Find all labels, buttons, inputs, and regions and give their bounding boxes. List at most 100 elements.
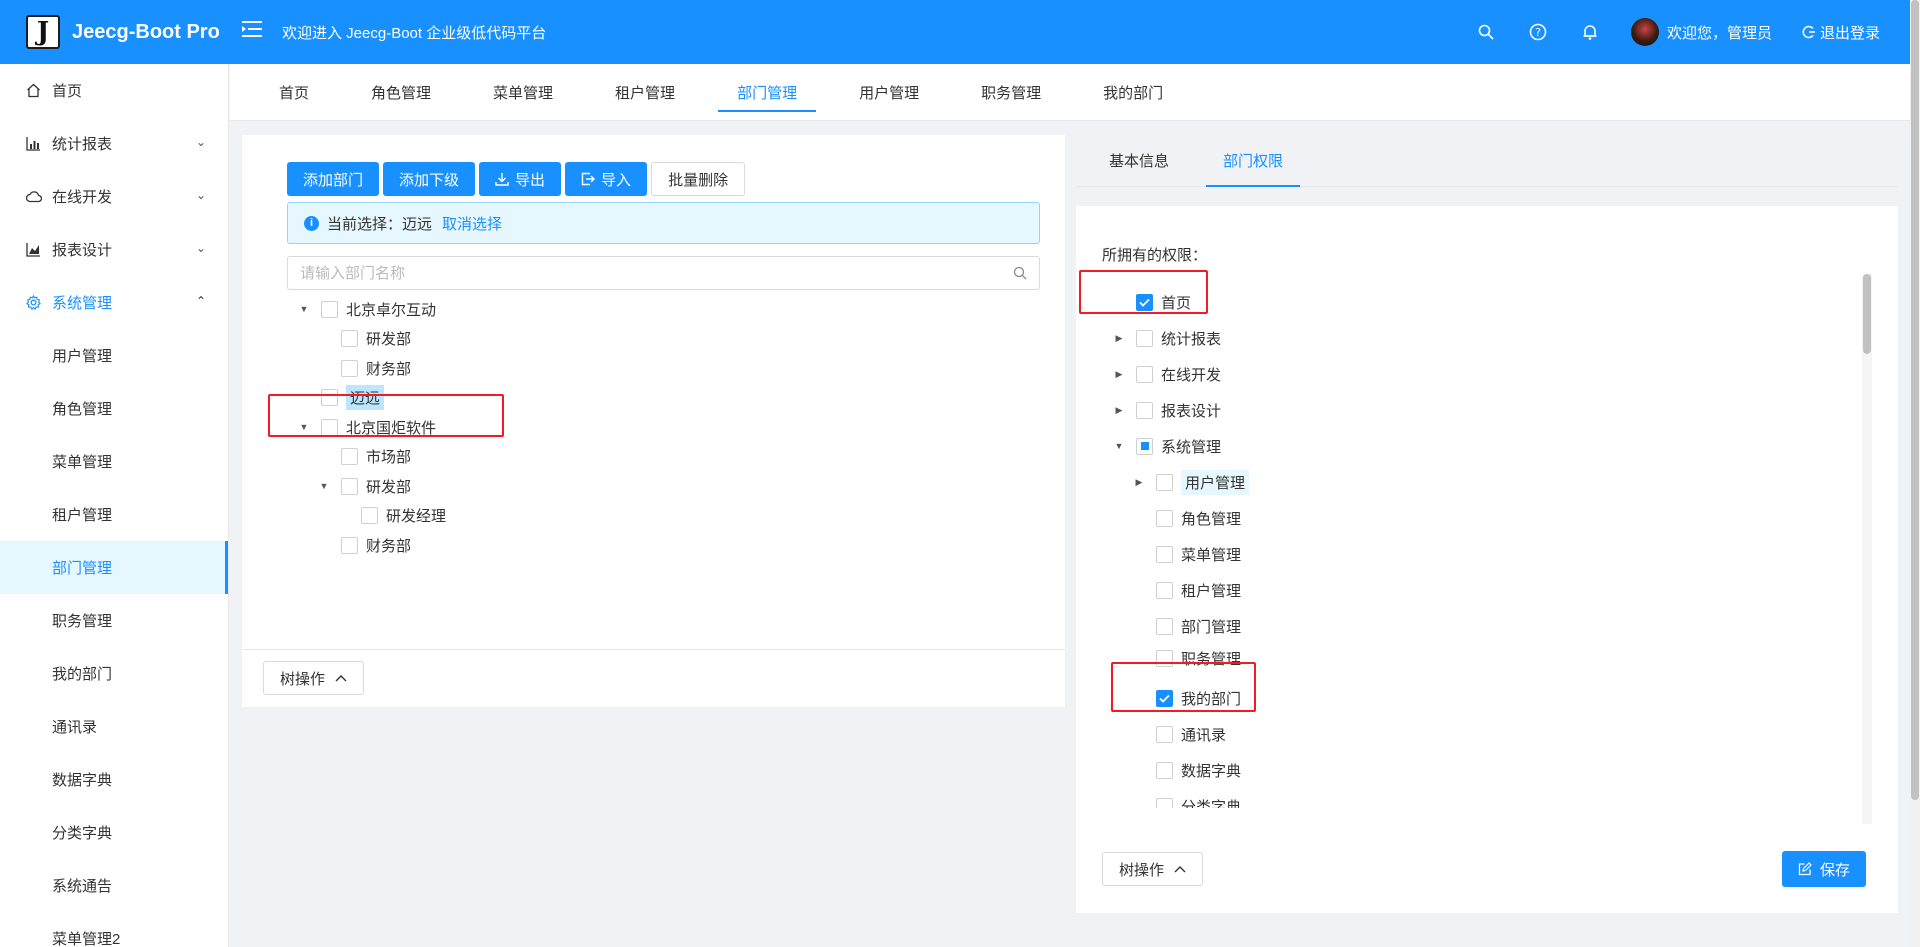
tab-role-mgmt[interactable]: 角色管理 xyxy=(340,64,462,120)
export-button[interactable]: 导出 xyxy=(479,162,562,196)
caret-right-icon[interactable]: ▶ xyxy=(1132,477,1146,488)
perm-node[interactable]: ▼ 系统管理 xyxy=(1112,432,1221,460)
sidebar-sub-contacts[interactable]: 通讯录 xyxy=(0,700,228,753)
dept-search-input[interactable] xyxy=(300,264,1013,282)
sidebar-sub-dict[interactable]: 数据字典 xyxy=(0,753,228,806)
perm-node[interactable]: ▶ 在线开发 xyxy=(1112,360,1221,388)
logout-button[interactable]: 退出登录 xyxy=(1802,22,1880,43)
perm-node[interactable]: ▶ 统计报表 xyxy=(1112,324,1221,352)
caret-down-icon[interactable]: ▼ xyxy=(1112,441,1126,451)
permission-scrollbar[interactable] xyxy=(1862,274,1872,824)
add-child-button[interactable]: 添加下级 xyxy=(383,162,476,196)
sidebar-sub-menu-mgmt2[interactable]: 菜单管理2 xyxy=(0,912,228,947)
perm-node[interactable]: 职务管理 xyxy=(1132,644,1241,672)
sidebar-sub-role-mgmt[interactable]: 角色管理 xyxy=(0,382,228,435)
menu-fold-icon[interactable] xyxy=(242,19,264,45)
perm-node[interactable]: ▶ 报表设计 xyxy=(1112,396,1221,424)
checkbox-indeterminate[interactable] xyxy=(1136,437,1153,455)
tab-basic-info[interactable]: 基本信息 xyxy=(1092,135,1186,186)
search-icon[interactable] xyxy=(1013,266,1027,280)
caret-right-icon[interactable]: ▶ xyxy=(1112,405,1126,416)
tab-position-mgmt[interactable]: 职务管理 xyxy=(950,64,1072,120)
tree-checkbox[interactable] xyxy=(1156,797,1173,808)
tree-checkbox[interactable] xyxy=(341,536,358,554)
tree-checkbox[interactable] xyxy=(341,477,358,495)
tree-checkbox[interactable] xyxy=(1136,401,1153,419)
tree-actions-button[interactable]: 树操作 xyxy=(263,661,365,695)
tree-checkbox[interactable] xyxy=(321,300,338,318)
tab-user-mgmt[interactable]: 用户管理 xyxy=(828,64,950,120)
user-menu[interactable]: 欢迎您，管理员 xyxy=(1630,18,1772,46)
tree-checkbox[interactable] xyxy=(1156,617,1173,635)
tree-node[interactable]: 市场部 xyxy=(317,442,411,470)
search-icon[interactable] xyxy=(1475,21,1497,43)
sidebar-item-report-design[interactable]: 报表设计 ⌄ xyxy=(0,223,228,276)
perm-node[interactable]: 部门管理 xyxy=(1132,612,1241,640)
tree-checkbox[interactable] xyxy=(341,359,358,377)
tree-checkbox[interactable] xyxy=(1156,761,1173,779)
bell-icon[interactable] xyxy=(1579,21,1601,43)
sidebar-item-stats[interactable]: 统计报表 ⌄ xyxy=(0,117,228,170)
caret-down-icon[interactable]: ▼ xyxy=(297,422,311,432)
checkbox-checked[interactable] xyxy=(1136,293,1153,311)
tree-checkbox[interactable] xyxy=(321,418,338,436)
perm-node[interactable]: 角色管理 xyxy=(1132,504,1241,532)
perm-node[interactable]: 租户管理 xyxy=(1132,576,1241,604)
sidebar-item-online-dev[interactable]: 在线开发 ⌄ xyxy=(0,170,228,223)
perm-node[interactable]: 我的部门 xyxy=(1132,684,1241,712)
tree-node[interactable]: ▼ 北京国炬软件 xyxy=(297,413,436,441)
tab-tenant-mgmt[interactable]: 租户管理 xyxy=(584,64,706,120)
sidebar-sub-my-dept[interactable]: 我的部门 xyxy=(0,647,228,700)
perm-node[interactable]: ▶ 用户管理 xyxy=(1132,468,1250,496)
tree-node[interactable]: 研发经理 xyxy=(337,501,446,529)
help-icon[interactable]: ? xyxy=(1527,21,1549,43)
tree-checkbox[interactable] xyxy=(1136,365,1153,383)
tree-checkbox[interactable] xyxy=(1156,509,1173,527)
tree-checkbox[interactable] xyxy=(1156,649,1173,667)
sidebar-sub-menu-mgmt[interactable]: 菜单管理 xyxy=(0,435,228,488)
tree-checkbox[interactable] xyxy=(341,447,358,465)
tree-node-selected[interactable]: 迈远 xyxy=(297,383,385,411)
caret-right-icon[interactable]: ▶ xyxy=(1112,369,1126,380)
perm-node[interactable]: 首页 xyxy=(1112,288,1191,316)
tree-checkbox[interactable] xyxy=(1156,725,1173,743)
tree-node[interactable]: 财务部 xyxy=(317,354,411,382)
sidebar-sub-category-dict[interactable]: 分类字典 xyxy=(0,806,228,859)
tree-checkbox[interactable] xyxy=(321,388,338,406)
add-dept-button[interactable]: 添加部门 xyxy=(287,162,380,196)
sidebar-item-home[interactable]: 首页 xyxy=(0,64,228,117)
batch-delete-button[interactable]: 批量删除 xyxy=(651,162,746,196)
caret-down-icon[interactable]: ▼ xyxy=(317,481,331,491)
sidebar-sub-dept-mgmt[interactable]: 部门管理 xyxy=(0,541,228,594)
tree-checkbox[interactable] xyxy=(1156,581,1173,599)
tab-dept-mgmt[interactable]: 部门管理 xyxy=(706,64,828,120)
sidebar-sub-notice[interactable]: 系统通告 xyxy=(0,859,228,912)
cancel-selection-link[interactable]: 取消选择 xyxy=(442,213,502,234)
sidebar-sub-user-mgmt[interactable]: 用户管理 xyxy=(0,329,228,382)
tree-checkbox[interactable] xyxy=(1156,545,1173,563)
sidebar-sub-tenant-mgmt[interactable]: 租户管理 xyxy=(0,488,228,541)
tree-checkbox[interactable] xyxy=(1136,329,1153,347)
perm-tree-actions-button[interactable]: 树操作 xyxy=(1102,852,1204,886)
perm-node[interactable]: 分类字典 xyxy=(1132,792,1241,808)
caret-down-icon[interactable]: ▼ xyxy=(297,304,311,314)
tab-my-dept[interactable]: 我的部门 xyxy=(1072,64,1194,120)
perm-node[interactable]: 数据字典 xyxy=(1132,756,1241,784)
tree-node[interactable]: ▼ 研发部 xyxy=(317,472,411,500)
tree-checkbox[interactable] xyxy=(361,506,378,524)
tree-node[interactable]: 财务部 xyxy=(317,531,411,559)
sidebar-item-system[interactable]: 系统管理 ⌃ xyxy=(0,276,228,329)
tree-checkbox[interactable] xyxy=(1156,473,1173,491)
caret-right-icon[interactable]: ▶ xyxy=(1112,333,1126,344)
import-button[interactable]: 导入 xyxy=(565,162,648,196)
tree-node[interactable]: 研发部 xyxy=(317,324,411,352)
page-scrollbar[interactable] xyxy=(1910,0,1920,947)
checkbox-checked[interactable] xyxy=(1156,689,1173,707)
tab-dept-permission[interactable]: 部门权限 xyxy=(1206,135,1301,187)
perm-node[interactable]: 菜单管理 xyxy=(1132,540,1241,568)
save-button[interactable]: 保存 xyxy=(1782,851,1867,887)
tab-menu-mgmt[interactable]: 菜单管理 xyxy=(462,64,584,120)
perm-node[interactable]: 通讯录 xyxy=(1132,720,1226,748)
tab-home[interactable]: 首页 xyxy=(248,64,340,120)
tree-node[interactable]: ▼ 北京卓尔互动 xyxy=(297,295,436,323)
